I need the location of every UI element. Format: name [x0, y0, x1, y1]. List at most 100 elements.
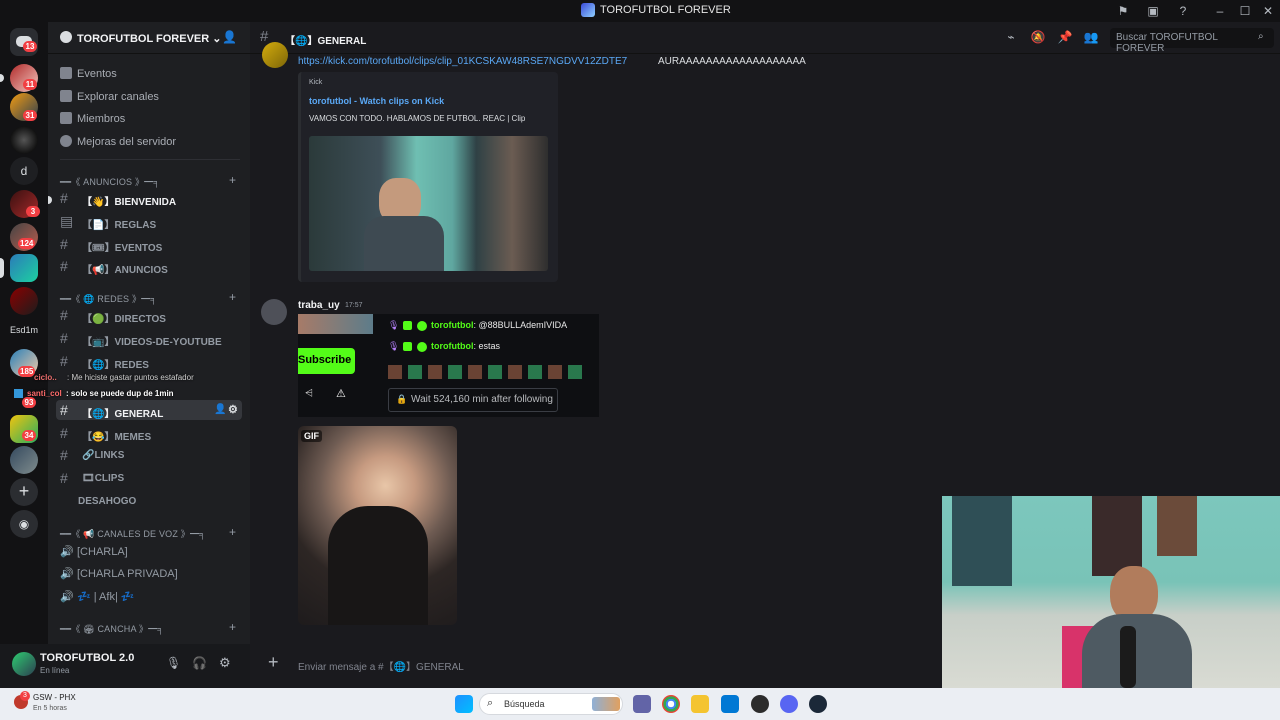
share-icon[interactable]: ⩤ [305, 388, 313, 399]
minimize-icon[interactable]: – [1212, 3, 1228, 19]
voice-channel-afk[interactable]: 🔊 💤 | Afk| 💤 [60, 590, 135, 603]
message-link[interactable]: https://kick.com/torofutbol/clips/clip_0… [298, 56, 627, 67]
category-anuncios[interactable]: ━━《 ANUNCIOS 》━╕ [60, 175, 160, 188]
taskbar-search[interactable]: ⌕ Búsqueda [479, 693, 623, 715]
server-icon[interactable] [10, 287, 38, 315]
search-highlight-image [592, 697, 620, 711]
attach-plus-icon[interactable]: + [268, 652, 279, 673]
flag-icon[interactable]: ⚑ [1115, 3, 1131, 19]
menu-server-boosts[interactable]: Mejoras del servidor [60, 135, 176, 148]
store-icon[interactable] [721, 695, 739, 713]
server-badge: 93 [22, 397, 36, 408]
channel-bienvenida[interactable]: # 【👋】BIENVENIDA [56, 188, 242, 208]
channel-memes[interactable]: # 【😂】MEMES [56, 423, 242, 443]
notifications-muted-icon[interactable]: 🔕 [1030, 30, 1046, 46]
hash-icon: # [60, 425, 68, 441]
channel-links[interactable]: # 🔗LINKS [56, 445, 242, 465]
headphones-icon[interactable]: 🎧 [192, 656, 207, 670]
obs-icon[interactable] [751, 695, 769, 713]
start-icon[interactable] [455, 695, 473, 713]
avatar[interactable] [262, 42, 288, 68]
steam-icon[interactable] [809, 695, 827, 713]
menu-members[interactable]: Miembros [60, 112, 125, 125]
menu-browse-channels[interactable]: Explorar canales [60, 90, 159, 103]
invite-icon[interactable]: 👤 [222, 30, 237, 44]
voice-channel-charla[interactable]: 🔊 [CHARLA] [60, 545, 128, 558]
server-badge: 124 [18, 238, 36, 249]
channel-videos-de-youtube[interactable]: # 【📺】VIDEOS-DE-YOUTUBE [56, 328, 242, 348]
pinned-icon[interactable]: 📌 [1057, 30, 1073, 46]
hash-icon: # [60, 236, 68, 252]
lock-icon: 🔒 [396, 394, 408, 404]
emote-bar[interactable] [388, 365, 584, 379]
help-icon[interactable]: ? [1175, 3, 1191, 19]
category-redes[interactable]: ━━《 🌐 REDES 》━╕ [60, 292, 157, 305]
embed-description: VAMOS CON TODO. HABLAMOS DE FUTBOL. REAC… [309, 114, 526, 123]
server-icon[interactable] [10, 446, 38, 474]
add-channel-icon[interactable]: + [229, 620, 236, 634]
widget-title[interactable]: GSW - PHX [33, 693, 76, 702]
category-voz[interactable]: ━━《 📢 CANALES DE VOZ 》━╕ [60, 527, 206, 540]
channel-anuncios[interactable]: # 【📢】ANUNCIOS [56, 256, 242, 276]
server-header[interactable]: TOROFUTBOL FOREVER ⌄ 👤 [48, 22, 250, 54]
embed-thumbnail[interactable] [309, 136, 548, 271]
server-label: Esd1m [10, 325, 39, 335]
door-image [1092, 496, 1142, 576]
avatar[interactable] [261, 299, 287, 325]
warning-icon[interactable]: ⚠ [336, 387, 346, 400]
server-icon[interactable]: d [10, 157, 38, 185]
channel-reglas[interactable]: ▤ 【📄】REGLAS [56, 211, 242, 231]
add-server-icon[interactable]: + [10, 478, 38, 506]
member-list-icon[interactable]: 👥 [1083, 30, 1099, 46]
close-icon[interactable]: ✕ [1260, 3, 1276, 19]
channel-clips[interactable]: # 🎞CLIPS [56, 468, 242, 488]
message-composer[interactable]: + Enviar mensaje a #【🌐】GENERAL [258, 648, 948, 678]
server-icon[interactable] [10, 126, 38, 154]
verified-icon [417, 342, 427, 352]
chrome-icon[interactable] [662, 695, 680, 713]
subscribe-button[interactable]: Subscribe [298, 348, 355, 374]
search-input[interactable]: Buscar TOROFUTBOL FOREVER ⌕ [1110, 28, 1274, 54]
add-channel-icon[interactable]: + [229, 525, 236, 539]
voice-channel-charla-privada[interactable]: 🔊 [CHARLA PRIVADA] [60, 567, 178, 580]
channel-general[interactable]: # 【🌐】GENERAL 👤 ⚙ [56, 400, 242, 420]
teams-icon[interactable] [633, 695, 651, 713]
hash-icon: # [60, 258, 68, 274]
hash-icon: # [60, 190, 68, 206]
channel-desahogo[interactable]: DESAHOGO [56, 491, 242, 511]
settings-icon[interactable]: ⚙ [228, 403, 238, 416]
server-badge: 11 [23, 79, 37, 90]
discord-icon[interactable] [780, 695, 798, 713]
hash-icon: # [60, 402, 68, 418]
microphone-icon[interactable]: 🎙 [166, 656, 181, 670]
search-icon: ⌕ [1258, 31, 1264, 42]
category-cancha[interactable]: ━━《 🏟 CANCHA 》━╕ [60, 622, 164, 635]
file-explorer-icon[interactable] [691, 695, 709, 713]
user-panel: TOROFUTBOL 2.0 En línea 🎙 🎧 ⚙ [0, 644, 250, 688]
menu-events[interactable]: Eventos [60, 67, 117, 80]
maximize-icon[interactable]: ☐ [1237, 3, 1253, 19]
add-channel-icon[interactable]: + [229, 290, 236, 304]
hash-icon: # [60, 447, 68, 463]
mic-badge-icon: 🎙 [388, 320, 400, 330]
channel-redes[interactable]: # 【🌐】REDES [56, 351, 242, 371]
channel-directos[interactable]: # 【🟢】DIRECTOS [56, 305, 242, 325]
username: TOROFUTBOL 2.0 [40, 652, 135, 664]
inbox-icon[interactable]: ▣ [1145, 3, 1161, 19]
message-timestamp: 17:57 [345, 302, 363, 309]
add-channel-icon[interactable]: + [229, 173, 236, 187]
invite-icon[interactable]: 👤 [214, 404, 226, 415]
channel-eventos[interactable]: # 【🎟】EVENTOS [56, 234, 242, 254]
server-icon-active[interactable] [10, 254, 38, 282]
user-settings-icon[interactable]: ⚙ [219, 655, 231, 671]
stream-chat-user: ciclo.. [34, 373, 57, 382]
embed-title[interactable]: torofutbol - Watch clips on Kick [309, 96, 444, 106]
gif-attachment[interactable] [298, 426, 457, 625]
message-author[interactable]: traba_uy [298, 300, 340, 311]
discover-icon[interactable]: ◉ [10, 510, 38, 538]
browse-icon [60, 90, 72, 102]
threads-icon[interactable]: ⌁ [1003, 30, 1019, 46]
avatar[interactable] [12, 652, 36, 676]
user-status: En línea [40, 666, 70, 675]
server-badge: 3 [26, 206, 40, 217]
